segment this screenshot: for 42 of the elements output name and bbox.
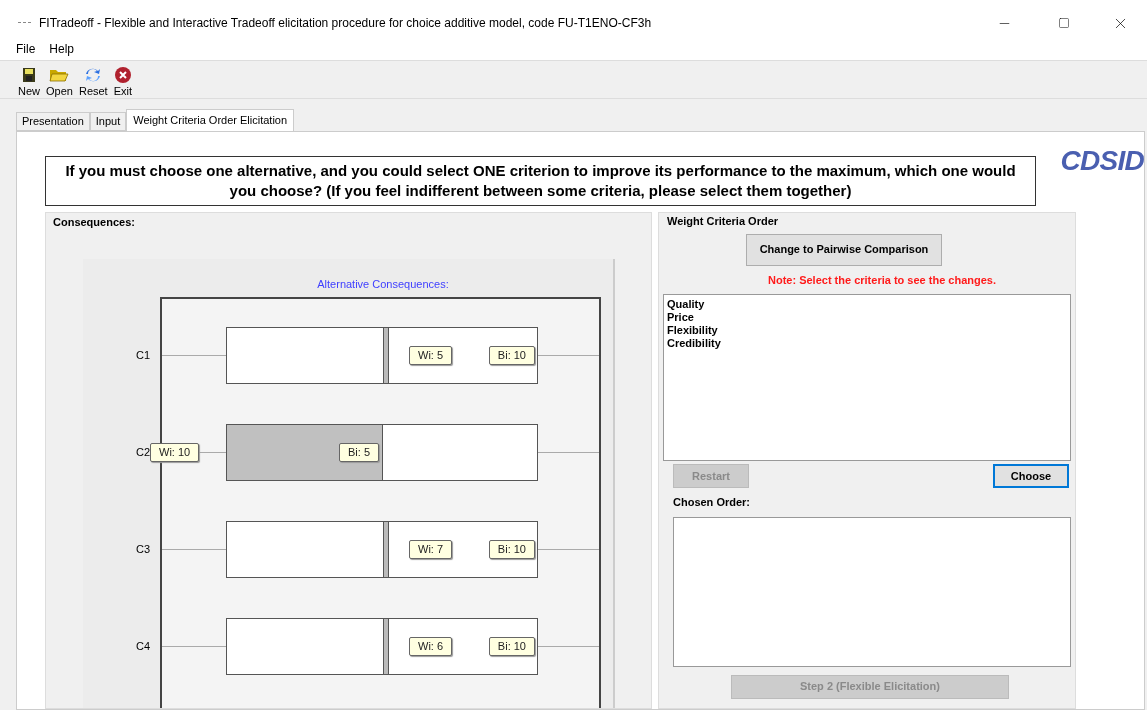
- toolbar-button[interactable]: Reset: [76, 66, 110, 98]
- slider-handle[interactable]: [383, 328, 389, 383]
- toolbar-button[interactable]: Open: [44, 66, 75, 98]
- criterion-label: C4: [136, 639, 151, 655]
- value-tag: Bi: 10: [488, 637, 535, 656]
- list-item[interactable]: Price: [667, 311, 694, 324]
- value-tag: Bi: 10: [488, 346, 535, 365]
- value-tag: Wi: 5: [409, 346, 453, 365]
- note-text: Note: Select the criteria to see the changes.: [768, 272, 996, 288]
- slider-handle[interactable]: [383, 522, 389, 577]
- question-text: If you must choose one alternative, and you could select ONE criterion to improve its performance to the maximum, which one would you choose? (If you feel indifferent between some criteria, please select them together): [45, 156, 1036, 206]
- window-title: FITradeoff - Flexible and Interactive Tradeoff elicitation procedure for choice additive model, code FU-T1ENO-CF3h: [39, 15, 653, 32]
- value-tag: Bi: 5: [339, 443, 379, 462]
- refresh-icon: [85, 66, 102, 84]
- menu-item[interactable]: File: [16, 40, 36, 58]
- chart-title: Alternative Consequences:: [317, 276, 449, 292]
- value-tag: Bi: 10: [488, 540, 535, 559]
- toolbar-button[interactable]: New: [16, 66, 42, 98]
- toolbar-button[interactable]: Exit: [111, 66, 135, 98]
- criterion-label: C1: [136, 348, 151, 364]
- list-item[interactable]: Flexibility: [667, 324, 718, 337]
- criterion-label: C3: [136, 542, 151, 558]
- value-tag: Wi: 10: [150, 443, 200, 462]
- tab[interactable]: Input: [89, 112, 127, 131]
- choose-button[interactable]: Choose: [993, 464, 1069, 488]
- value-tag: Wi: 6: [409, 637, 453, 656]
- menu-item[interactable]: Help: [49, 40, 75, 58]
- section-title: Chosen Order:: [672, 495, 751, 510]
- close-icon: [113, 66, 132, 84]
- criterion-label: C2: [136, 445, 151, 461]
- logo: CDSID: [1060, 144, 1144, 178]
- list-item[interactable]: Credibility: [667, 337, 721, 350]
- value-tag: Wi: 7: [409, 540, 453, 559]
- criteria-list[interactable]: Quality Price Flexibility Credibility: [663, 294, 1071, 461]
- list-item[interactable]: Quality: [667, 298, 705, 311]
- pairwise-button[interactable]: Change to Pairwise Comparison: [746, 233, 942, 266]
- slider-handle[interactable]: [383, 619, 389, 674]
- tab[interactable]: Presentation: [16, 112, 90, 131]
- panel-title: Consequences:: [53, 215, 136, 230]
- tab[interactable]: Weight Criteria Order Elicitation: [126, 109, 295, 131]
- panel-title: Weight Criteria Order: [666, 214, 780, 229]
- maximize-icon[interactable]: [1058, 17, 1070, 29]
